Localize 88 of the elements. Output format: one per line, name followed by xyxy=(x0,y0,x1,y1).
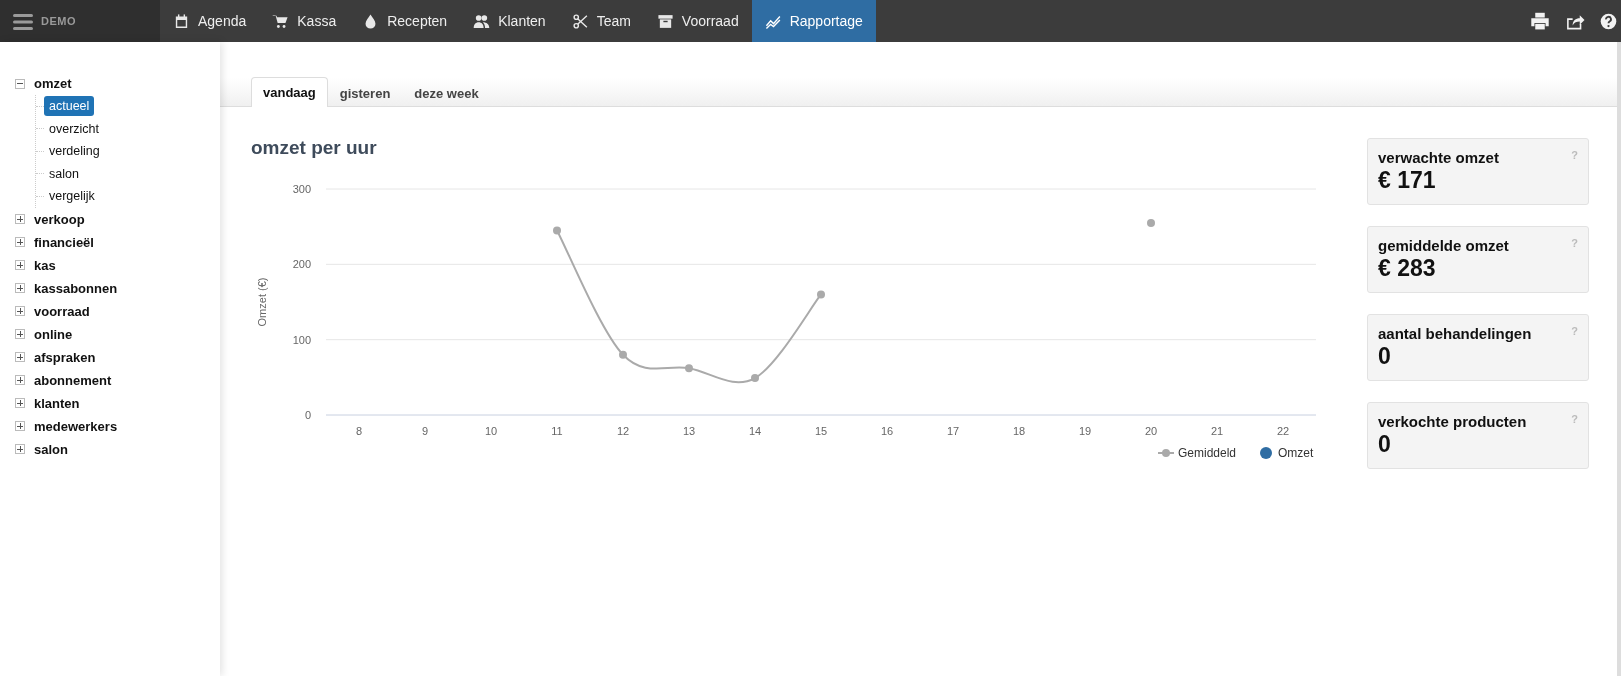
x-tick-label: 12 xyxy=(616,425,630,437)
axis-title: Omzet (€) xyxy=(256,277,268,327)
chart-title: omzet per uur xyxy=(251,137,378,159)
y-tick-label: 100 xyxy=(292,333,311,346)
stat-label: aantal behandelingen xyxy=(1378,325,1533,342)
stat-value: 0 xyxy=(1378,431,1392,458)
y-tick-label: 300 xyxy=(292,183,311,195)
tree-item[interactable]: voorraad xyxy=(34,303,90,319)
stat-label: verwachte omzet xyxy=(1378,149,1500,166)
tree-item[interactable]: klanten xyxy=(34,395,80,411)
y-tick-label: 200 xyxy=(292,258,311,271)
tab[interactable]: deze week xyxy=(402,78,491,107)
data-point xyxy=(817,290,825,299)
nav-tab[interactable]: Recepten xyxy=(349,0,461,42)
nav-tab[interactable]: Kassa xyxy=(259,0,350,42)
tree-item[interactable]: medewerkers xyxy=(34,418,118,434)
nav-tab[interactable]: Rapportage xyxy=(751,0,876,42)
tree-item[interactable]: verkoop xyxy=(34,211,85,227)
collapse-icon[interactable] xyxy=(15,78,25,89)
stat-value: € 283 xyxy=(1378,255,1437,282)
nav-tab[interactable]: Team xyxy=(558,0,644,42)
legend-label: Omzet xyxy=(1278,446,1314,460)
stat-label: gemiddelde omzet xyxy=(1378,237,1510,254)
x-tick-label: 18 xyxy=(1012,425,1026,437)
x-tick-label: 11 xyxy=(551,425,563,437)
people-icon xyxy=(473,12,491,30)
x-tick-label: 8 xyxy=(355,425,363,437)
expand-icon[interactable] xyxy=(15,352,25,362)
expand-icon[interactable] xyxy=(15,214,25,224)
expand-icon[interactable] xyxy=(15,237,25,247)
x-tick-label: 22 xyxy=(1276,425,1290,437)
stat-label: verkochte producten xyxy=(1378,413,1528,430)
tree-subitem[interactable]: salon xyxy=(44,163,84,184)
data-point xyxy=(685,364,693,373)
brand-label: DEMO xyxy=(41,15,76,27)
legend-label: Gemiddeld xyxy=(1178,446,1237,460)
expand-icon[interactable] xyxy=(15,444,25,454)
x-tick-label: 17 xyxy=(946,425,960,437)
tab[interactable]: gisteren xyxy=(327,78,403,107)
x-tick-label: 16 xyxy=(880,425,894,437)
tree-item[interactable]: kassabonnen xyxy=(34,280,118,296)
help-icon xyxy=(1600,12,1617,30)
tree-item[interactable]: financieël xyxy=(34,234,94,250)
tree-item[interactable]: online xyxy=(34,326,73,342)
scissors-icon xyxy=(571,12,589,30)
nav-tab[interactable]: Klanten xyxy=(460,0,559,42)
expand-icon[interactable] xyxy=(15,398,25,408)
x-tick-label: 15 xyxy=(814,425,828,437)
x-tick-label: 14 xyxy=(748,425,762,437)
x-tick-label: 9 xyxy=(421,425,429,437)
menu-button[interactable]: DEMO xyxy=(0,0,160,42)
tree-subitem[interactable]: verdeling xyxy=(44,141,105,162)
archive-box-icon xyxy=(656,12,674,30)
tab[interactable]: vandaag xyxy=(251,77,328,107)
stat-value: € 171 xyxy=(1378,167,1437,194)
legend-item: Omzet xyxy=(1260,446,1314,460)
data-point xyxy=(619,350,627,359)
tree-item[interactable]: abonnement xyxy=(34,372,112,388)
x-tick-label: 13 xyxy=(682,425,696,437)
expand-icon[interactable] xyxy=(15,375,25,385)
cart-icon xyxy=(272,12,290,30)
stat-value: 0 xyxy=(1378,343,1392,370)
expand-icon[interactable] xyxy=(15,329,25,339)
tree-item[interactable]: afspraken xyxy=(34,349,96,365)
print-icon xyxy=(1530,11,1550,31)
expand-icon[interactable] xyxy=(15,306,25,316)
legend-item: Gemiddeld xyxy=(1157,446,1237,460)
expand-icon[interactable] xyxy=(15,283,25,293)
tree-item[interactable]: omzet xyxy=(34,76,72,91)
tree-item[interactable]: kas xyxy=(34,257,56,273)
menu-icon xyxy=(13,12,33,30)
x-tick-label: 10 xyxy=(484,425,498,437)
x-tick-label: 19 xyxy=(1078,425,1092,437)
nav-tab[interactable]: Voorraad xyxy=(643,0,752,42)
tree-item[interactable]: salon xyxy=(34,441,68,457)
y-tick-label: 0 xyxy=(304,409,311,421)
expand-icon[interactable] xyxy=(15,260,25,270)
tree-subitem[interactable]: overzicht xyxy=(44,118,105,139)
data-point xyxy=(553,226,561,235)
expand-icon[interactable] xyxy=(15,421,25,431)
x-tick-label: 21 xyxy=(1210,425,1224,437)
calendar-icon xyxy=(173,12,190,30)
x-tick-label: 20 xyxy=(1144,425,1158,437)
tree-subitem[interactable]: actueel xyxy=(44,96,95,117)
data-point xyxy=(751,374,759,383)
nav-tab[interactable]: Agenda xyxy=(160,0,260,42)
tree-subitem[interactable]: vergelijk xyxy=(44,186,100,207)
data-point xyxy=(1147,218,1155,227)
